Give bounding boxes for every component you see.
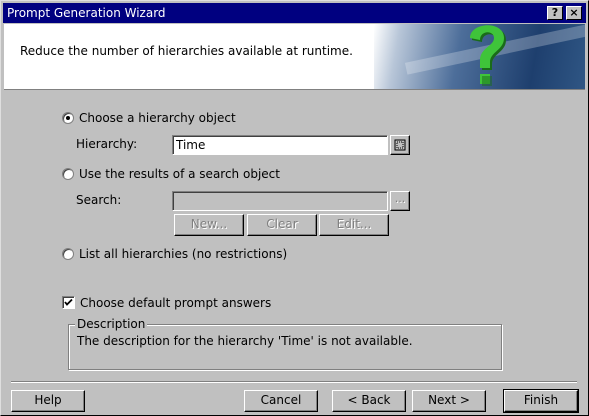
close-button[interactable]: × [566,6,582,20]
edit-button[interactable]: Edit... [319,214,389,236]
list-all-radio[interactable] [62,247,74,260]
header-text: Reduce the number of hierarchies availab… [20,44,353,58]
checkmark-icon [64,298,73,306]
search-radio-row[interactable]: Use the results of a search object [62,166,280,182]
list-all-radio-row[interactable]: List all hierarchies (no restrictions) [62,246,287,262]
footer-separator [11,381,577,383]
header-banner [374,24,585,89]
search-input[interactable] [172,191,388,211]
list-all-radio-label: List all hierarchies (no restrictions) [79,246,288,261]
search-label: Search: [76,193,122,207]
browse-icon [394,139,406,151]
finish-button[interactable]: Finish [503,389,579,413]
description-text: The description for the hierarchy 'Time'… [77,334,413,348]
hierarchy-input[interactable]: Time [172,135,388,155]
search-browse-button[interactable]: ... [390,191,410,211]
next-button[interactable]: Next > [412,390,486,412]
help-button[interactable]: Help [11,390,85,412]
default-answers-row[interactable]: Choose default prompt answers [62,295,271,311]
help-title-button[interactable]: ? [547,6,563,20]
clear-button[interactable]: Clear [247,214,317,236]
cancel-button[interactable]: Cancel [244,390,318,412]
description-group: Description The description for the hier… [68,317,502,370]
window-title: Prompt Generation Wizard [7,6,166,20]
new-button[interactable]: New... [174,214,244,236]
search-radio[interactable] [62,167,74,180]
hierarchy-radio[interactable] [62,111,74,124]
hierarchy-browse-button[interactable] [390,135,410,155]
wizard-window: Prompt Generation Wizard ? × Reduce the … [0,0,589,416]
search-radio-label: Use the results of a search object [79,166,280,181]
back-button[interactable]: < Back [332,390,406,412]
description-title: Description [75,317,148,331]
hierarchy-radio-row[interactable]: Choose a hierarchy object [62,110,236,126]
default-answers-label: Choose default prompt answers [80,295,272,310]
title-bar[interactable]: Prompt Generation Wizard ? × [3,3,586,23]
wizard-header: Reduce the number of hierarchies availab… [4,24,585,90]
question-mark-icon [470,25,506,86]
hierarchy-label: Hierarchy: [76,137,138,151]
hierarchy-radio-label: Choose a hierarchy object [79,110,236,125]
default-answers-checkbox[interactable] [62,296,75,309]
